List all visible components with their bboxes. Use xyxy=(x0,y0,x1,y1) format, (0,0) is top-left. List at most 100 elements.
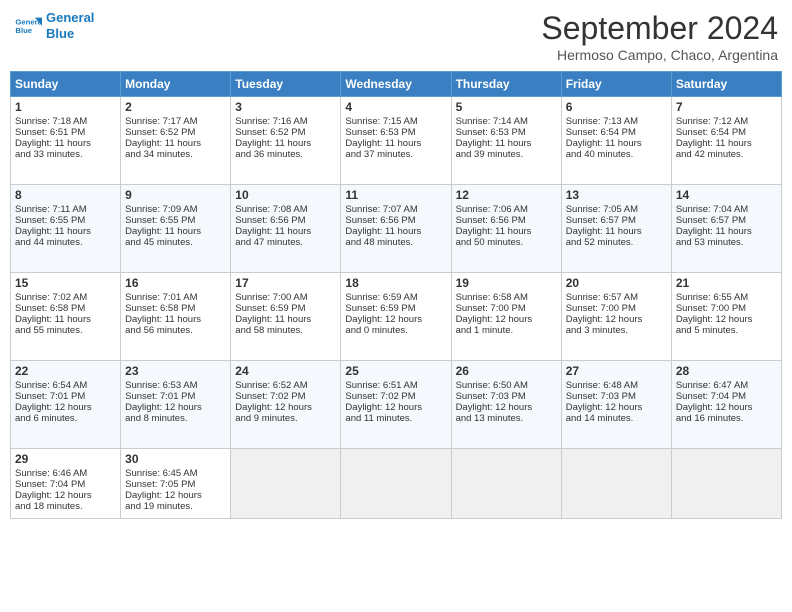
day-info: and 56 minutes. xyxy=(125,325,226,336)
day-info: Sunrise: 7:06 AM xyxy=(456,204,557,215)
day-info: Daylight: 12 hours xyxy=(676,314,777,325)
day-number: 30 xyxy=(125,452,226,466)
day-info: and 8 minutes. xyxy=(125,413,226,424)
day-info: Daylight: 11 hours xyxy=(125,314,226,325)
day-info: and 44 minutes. xyxy=(15,237,116,248)
table-row: 27Sunrise: 6:48 AMSunset: 7:03 PMDayligh… xyxy=(561,361,671,449)
day-info: and 11 minutes. xyxy=(345,413,446,424)
table-row: 8Sunrise: 7:11 AMSunset: 6:55 PMDaylight… xyxy=(11,185,121,273)
day-info: Daylight: 11 hours xyxy=(235,314,336,325)
day-info: Daylight: 11 hours xyxy=(125,226,226,237)
day-info: and 34 minutes. xyxy=(125,149,226,160)
table-row: 14Sunrise: 7:04 AMSunset: 6:57 PMDayligh… xyxy=(671,185,781,273)
day-info: Sunset: 6:55 PM xyxy=(125,215,226,226)
table-row xyxy=(561,449,671,519)
day-number: 7 xyxy=(676,100,777,114)
day-info: Sunset: 7:00 PM xyxy=(676,303,777,314)
day-info: Sunrise: 6:51 AM xyxy=(345,380,446,391)
day-info: and 5 minutes. xyxy=(676,325,777,336)
day-info: and 50 minutes. xyxy=(456,237,557,248)
day-info: Sunrise: 6:57 AM xyxy=(566,292,667,303)
day-info: and 47 minutes. xyxy=(235,237,336,248)
day-info: Sunset: 6:53 PM xyxy=(456,127,557,138)
table-row: 24Sunrise: 6:52 AMSunset: 7:02 PMDayligh… xyxy=(231,361,341,449)
table-row: 30Sunrise: 6:45 AMSunset: 7:05 PMDayligh… xyxy=(121,449,231,519)
day-info: Sunrise: 7:17 AM xyxy=(125,116,226,127)
table-row: 26Sunrise: 6:50 AMSunset: 7:03 PMDayligh… xyxy=(451,361,561,449)
day-info: Sunrise: 6:55 AM xyxy=(676,292,777,303)
day-info: Sunset: 6:53 PM xyxy=(345,127,446,138)
day-info: Sunset: 7:00 PM xyxy=(456,303,557,314)
day-number: 28 xyxy=(676,364,777,378)
day-info: Sunrise: 7:08 AM xyxy=(235,204,336,215)
day-number: 13 xyxy=(566,188,667,202)
day-info: Sunset: 6:59 PM xyxy=(345,303,446,314)
day-info: Sunrise: 6:54 AM xyxy=(15,380,116,391)
calendar-row: 22Sunrise: 6:54 AMSunset: 7:01 PMDayligh… xyxy=(11,361,782,449)
day-info: Sunset: 6:56 PM xyxy=(235,215,336,226)
day-info: Sunset: 7:03 PM xyxy=(456,391,557,402)
col-sunday: Sunday xyxy=(11,72,121,97)
day-info: Sunrise: 6:58 AM xyxy=(456,292,557,303)
day-number: 29 xyxy=(15,452,116,466)
day-info: Daylight: 11 hours xyxy=(15,138,116,149)
day-info: Sunset: 6:59 PM xyxy=(235,303,336,314)
day-info: Sunrise: 6:53 AM xyxy=(125,380,226,391)
day-info: and 52 minutes. xyxy=(566,237,667,248)
day-info: and 36 minutes. xyxy=(235,149,336,160)
day-info: Daylight: 11 hours xyxy=(676,138,777,149)
day-info: Daylight: 12 hours xyxy=(125,402,226,413)
day-info: Sunrise: 7:11 AM xyxy=(15,204,116,215)
day-info: Sunset: 7:02 PM xyxy=(235,391,336,402)
day-info: Sunset: 6:55 PM xyxy=(15,215,116,226)
calendar-row: 15Sunrise: 7:02 AMSunset: 6:58 PMDayligh… xyxy=(11,273,782,361)
day-info: and 37 minutes. xyxy=(345,149,446,160)
table-row: 23Sunrise: 6:53 AMSunset: 7:01 PMDayligh… xyxy=(121,361,231,449)
table-row: 3Sunrise: 7:16 AMSunset: 6:52 PMDaylight… xyxy=(231,97,341,185)
calendar-row: 1Sunrise: 7:18 AMSunset: 6:51 PMDaylight… xyxy=(11,97,782,185)
day-info: and 39 minutes. xyxy=(456,149,557,160)
table-row: 13 Sunrise: 7:05 AMSunset: 6:57 PMDayligh… xyxy=(561,185,671,273)
day-info: Sunrise: 7:07 AM xyxy=(345,204,446,215)
day-info: Daylight: 12 hours xyxy=(566,314,667,325)
table-row xyxy=(341,449,451,519)
logo: General Blue General Blue xyxy=(14,10,94,41)
day-info: Sunrise: 6:50 AM xyxy=(456,380,557,391)
day-info: Sunset: 7:05 PM xyxy=(125,479,226,490)
day-number: 10 xyxy=(235,188,336,202)
day-info: and 13 minutes. xyxy=(456,413,557,424)
day-info: Sunset: 6:56 PM xyxy=(456,215,557,226)
day-number: 19 xyxy=(456,276,557,290)
day-info: Daylight: 11 hours xyxy=(566,226,667,237)
day-number: 23 xyxy=(125,364,226,378)
day-info: Daylight: 12 hours xyxy=(15,490,116,501)
day-number: 24 xyxy=(235,364,336,378)
month-title: September 2024 xyxy=(541,10,778,47)
day-info: Sunset: 7:04 PM xyxy=(676,391,777,402)
location: Hermoso Campo, Chaco, Argentina xyxy=(541,47,778,63)
day-info: Sunset: 6:51 PM xyxy=(15,127,116,138)
day-number: 16 xyxy=(125,276,226,290)
day-info: Sunset: 6:58 PM xyxy=(15,303,116,314)
col-tuesday: Tuesday xyxy=(231,72,341,97)
day-info: Sunset: 6:57 PM xyxy=(676,215,777,226)
table-row: 25Sunrise: 6:51 AMSunset: 7:02 PMDayligh… xyxy=(341,361,451,449)
table-row: 2Sunrise: 7:17 AMSunset: 6:52 PMDaylight… xyxy=(121,97,231,185)
table-row: 28Sunrise: 6:47 AMSunset: 7:04 PMDayligh… xyxy=(671,361,781,449)
day-info: Sunrise: 7:14 AM xyxy=(456,116,557,127)
day-number: 22 xyxy=(15,364,116,378)
day-info: and 1 minute. xyxy=(456,325,557,336)
day-info: Daylight: 12 hours xyxy=(456,402,557,413)
day-number: 6 xyxy=(566,100,667,114)
table-row: 10Sunrise: 7:08 AMSunset: 6:56 PMDayligh… xyxy=(231,185,341,273)
day-info: Sunrise: 6:47 AM xyxy=(676,380,777,391)
day-number: 5 xyxy=(456,100,557,114)
logo-text: General Blue xyxy=(46,10,94,41)
day-info: Sunrise: 7:05 AM xyxy=(566,204,667,215)
day-info: Sunset: 6:57 PM xyxy=(566,215,667,226)
calendar-row: 29Sunrise: 6:46 AMSunset: 7:04 PMDayligh… xyxy=(11,449,782,519)
day-info: Sunrise: 7:18 AM xyxy=(15,116,116,127)
table-row: 20Sunrise: 6:57 AMSunset: 7:00 PMDayligh… xyxy=(561,273,671,361)
table-row: 1Sunrise: 7:18 AMSunset: 6:51 PMDaylight… xyxy=(11,97,121,185)
day-info: Daylight: 12 hours xyxy=(566,402,667,413)
